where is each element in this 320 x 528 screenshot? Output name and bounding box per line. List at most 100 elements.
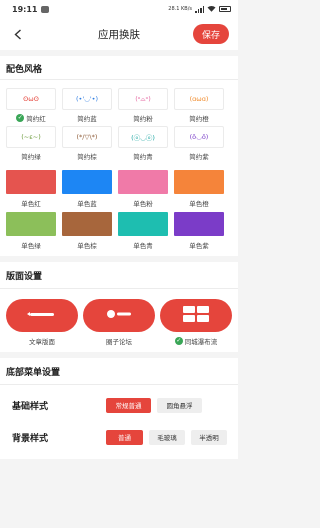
solid-color-label: 单色棕 <box>77 242 97 250</box>
theme-face: (*/▽\*) <box>76 133 98 141</box>
color-swatch <box>118 212 168 236</box>
layout-option[interactable]: 圈子论坛 <box>83 299 155 346</box>
solid-color-option[interactable]: 单色青 <box>118 212 168 254</box>
solid-color-grid: 单色红 单色蓝 单色粉 单色橙单色绿 单色棕 单色青 单色紫 <box>0 164 238 254</box>
theme-face: (ɑωɑ) <box>189 95 209 103</box>
solid-color-option[interactable]: 单色棕 <box>62 212 112 254</box>
notification-icon <box>41 5 50 13</box>
menu-style-option[interactable]: 普通 <box>106 429 143 445</box>
check-circle-icon: ✓ <box>16 114 25 122</box>
solid-color-option[interactable]: 单色绿 <box>6 212 56 254</box>
theme-label: 简约绿 <box>21 148 41 164</box>
theme-option[interactable]: (ᵒ⌓ᵒ) 简约粉 <box>118 88 168 126</box>
solid-color-option[interactable]: 单色紫 <box>174 212 224 254</box>
layout-option[interactable]: 文章版面 <box>6 299 78 346</box>
layout-title: 版面设置 <box>6 272 43 282</box>
color-swatch <box>62 170 112 194</box>
layout-label-text: 圈子论坛 <box>106 338 132 346</box>
solid-color-label: 单色青 <box>133 242 153 250</box>
menu-style-option[interactable]: 毛玻璃 <box>149 429 185 445</box>
color-swatch <box>62 212 112 236</box>
theme-label: 简约紫 <box>189 148 209 164</box>
theme-face: (ŏ◡ŏ) <box>189 133 209 141</box>
color-style-section: 配色风格 ʘωʘ ✓ 简约红 (•'◡'•) 简约蓝 (ᵒ⌓ᵒ) 简约粉 (ɑωɑ) 简约橙 (~… <box>0 56 238 256</box>
theme-option[interactable]: (ŏ◡ŏ) 简约紫 <box>174 126 224 164</box>
theme-preview: (~ε~) <box>6 126 56 148</box>
wifi-icon <box>207 5 216 14</box>
back-button[interactable] <box>8 24 28 44</box>
solid-color-option[interactable]: 单色粉 <box>118 170 168 212</box>
theme-preview: (ŏ◡ŏ) <box>174 126 224 148</box>
save-button[interactable]: 保存 <box>193 24 229 44</box>
bottom-menu-title: 底部菜单设置 <box>0 358 238 385</box>
menu-style-option[interactable]: 常规普通 <box>106 397 151 413</box>
theme-preview: (*/▽\*) <box>62 126 112 148</box>
color-swatch <box>174 170 224 194</box>
layout-preview <box>6 299 78 332</box>
nav-bar: 应用换肤 保存 <box>0 18 238 50</box>
theme-label: 简约棕 <box>77 148 97 164</box>
solid-color-label: 单色红 <box>21 200 41 208</box>
theme-label-text: 简约红 <box>26 115 46 123</box>
network-speed: 28.1 KB/s <box>168 6 192 12</box>
check-circle-icon: ✓ <box>174 337 183 345</box>
layout-options: 文章版面 圈子论坛 ✓ 同城瀑布流 <box>0 288 238 352</box>
solid-color-option[interactable]: 单色红 <box>6 170 56 212</box>
theme-label-text: 简约蓝 <box>77 115 97 123</box>
color-swatch <box>6 170 56 194</box>
theme-face: (~ε~) <box>21 133 41 141</box>
theme-preview: (ⓞ◡ⓞ) <box>118 126 168 148</box>
theme-preview: (ᵒ⌓ᵒ) <box>118 88 168 110</box>
solid-color-label: 单色橙 <box>189 200 209 208</box>
theme-label: 简约青 <box>133 148 153 164</box>
theme-face: ʘωʘ <box>23 95 39 103</box>
color-swatch <box>174 212 224 236</box>
background-style-label: 背景样式 <box>12 433 49 444</box>
theme-face: (ᵒ⌓ᵒ) <box>135 94 151 103</box>
layout-section: 版面设置 文章版面 圈子论坛 ✓ 同城瀑布流 <box>0 262 238 352</box>
solid-color-label: 单色紫 <box>189 242 209 250</box>
waterfall-layout-icon <box>181 305 211 327</box>
theme-label: 简约橙 <box>189 110 209 126</box>
layout-preview <box>160 299 232 332</box>
signal-icon <box>195 5 204 13</box>
theme-option[interactable]: (•'◡'•) 简约蓝 <box>62 88 112 126</box>
layout-label-text: 文章版面 <box>29 338 55 346</box>
solid-color-option[interactable]: 单色蓝 <box>62 170 112 212</box>
layout-preview <box>83 299 155 332</box>
background-style-row: 背景样式 普通 毛玻璃 半透明 <box>0 421 238 453</box>
theme-label-text: 简约棕 <box>77 153 97 161</box>
theme-option[interactable]: (ⓞ◡ⓞ) 简约青 <box>118 126 168 164</box>
color-swatch <box>118 170 168 194</box>
menu-style-option[interactable]: 圆角悬浮 <box>157 397 202 413</box>
theme-option[interactable]: ʘωʘ ✓ 简约红 <box>6 88 56 126</box>
theme-preview: (•'◡'•) <box>62 88 112 110</box>
bottom-menu-section: 底部菜单设置 基础样式 常规普通 圆角悬浮 背景样式 普通 毛玻璃 半透明 <box>0 358 238 459</box>
basic-style-row: 基础样式 常规普通 圆角悬浮 <box>0 389 238 421</box>
theme-label-text: 简约粉 <box>133 115 153 123</box>
theme-label-text: 简约橙 <box>189 115 209 123</box>
menu-style-option[interactable]: 半透明 <box>191 429 227 445</box>
solid-color-label: 单色蓝 <box>77 200 97 208</box>
layout-label: 圈子论坛 <box>106 336 132 346</box>
theme-label-text: 简约青 <box>133 153 153 161</box>
battery-icon <box>219 6 231 12</box>
theme-face: (•'◡'•) <box>76 95 98 103</box>
theme-option[interactable]: (*/▽\*) 简约棕 <box>62 126 112 164</box>
theme-option[interactable]: (ɑωɑ) 简约橙 <box>174 88 224 126</box>
theme-face: (ⓞ◡ⓞ) <box>131 134 155 142</box>
layout-label: 文章版面 <box>29 336 55 346</box>
theme-label-text: 简约紫 <box>189 153 209 161</box>
basic-style-label: 基础样式 <box>12 401 49 412</box>
theme-label: 简约粉 <box>133 110 153 126</box>
solid-color-option[interactable]: 单色橙 <box>174 170 224 212</box>
status-time: 19:11 <box>12 4 38 14</box>
theme-option[interactable]: (~ε~) 简约绿 <box>6 126 56 164</box>
layout-option[interactable]: ✓ 同城瀑布流 <box>160 299 232 346</box>
color-style-title: 配色风格 <box>0 56 238 80</box>
chevron-left-icon <box>14 28 21 40</box>
status-bar: 19:11 28.1 KB/s <box>0 0 238 18</box>
forum-layout-icon <box>104 306 134 326</box>
theme-label: ✓ 简约红 <box>16 110 46 126</box>
theme-grid: ʘωʘ ✓ 简约红 (•'◡'•) 简约蓝 (ᵒ⌓ᵒ) 简约粉 (ɑωɑ) 简约橙 (~ε~) 简约… <box>0 80 238 164</box>
